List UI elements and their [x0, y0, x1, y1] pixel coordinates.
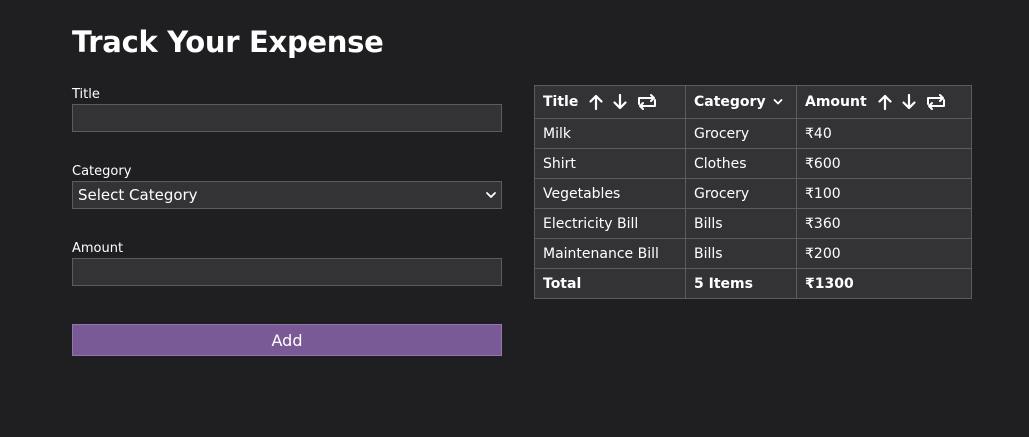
expense-tracker-page: Track Your Expense Title Category Select… [0, 0, 1029, 437]
category-label: Category [72, 164, 132, 179]
amount-field-box [72, 258, 502, 286]
total-items-cell: 5 Items [685, 268, 797, 299]
repeat-icon[interactable] [636, 94, 658, 110]
title-input[interactable] [73, 105, 501, 131]
row-title-cell: Milk [534, 118, 686, 149]
row-title-cell: Electricity Bill [534, 208, 686, 239]
table-row: Vegetables Grocery ₹100 [534, 178, 972, 209]
title-column-header: Title [534, 85, 686, 119]
row-category-cell: Bills [685, 208, 797, 239]
row-category-cell: Bills [685, 238, 797, 269]
arrow-up-icon[interactable] [588, 93, 604, 111]
title-header-label: Title [543, 94, 579, 110]
row-amount-cell: ₹600 [796, 148, 972, 179]
arrow-up-icon[interactable] [877, 93, 893, 111]
table-header-row: Title Category Amount [534, 85, 972, 119]
amount-column-header: Amount [796, 85, 972, 119]
amount-sort-controls [877, 93, 947, 111]
total-amount-cell: ₹1300 [796, 268, 972, 299]
amount-label: Amount [72, 241, 124, 256]
add-button-label: Add [271, 330, 303, 350]
table-row: Milk Grocery ₹40 [534, 118, 972, 149]
category-filter-dropdown[interactable]: Category [694, 94, 783, 110]
amount-input[interactable] [73, 259, 501, 285]
category-header-label: Category [694, 94, 766, 110]
amount-header-label: Amount [805, 94, 867, 110]
total-label-cell: Total [534, 268, 686, 299]
row-amount-cell: ₹200 [796, 238, 972, 269]
chevron-down-icon [773, 99, 782, 105]
table-row: Shirt Clothes ₹600 [534, 148, 972, 179]
row-amount-cell: ₹40 [796, 118, 972, 149]
title-label: Title [72, 87, 100, 102]
row-amount-cell: ₹360 [796, 208, 972, 239]
chevron-down-icon [485, 186, 497, 205]
row-title-cell: Maintenance Bill [534, 238, 686, 269]
row-title-cell: Vegetables [534, 178, 686, 209]
table-row: Electricity Bill Bills ₹360 [534, 208, 972, 239]
total-row: Total 5 Items ₹1300 [534, 268, 972, 299]
repeat-icon[interactable] [925, 94, 947, 110]
page-title: Track Your Expense [72, 25, 384, 59]
add-button[interactable]: Add [72, 324, 502, 356]
category-select[interactable]: Select Category [72, 181, 502, 209]
category-column-header: Category [685, 85, 797, 119]
title-field-box [72, 104, 502, 132]
title-sort-controls [588, 93, 658, 111]
row-category-cell: Grocery [685, 118, 797, 149]
category-select-value: Select Category [78, 186, 198, 204]
table-row: Maintenance Bill Bills ₹200 [534, 238, 972, 269]
row-amount-cell: ₹100 [796, 178, 972, 209]
row-category-cell: Clothes [685, 148, 797, 179]
arrow-down-icon[interactable] [612, 93, 628, 111]
row-category-cell: Grocery [685, 178, 797, 209]
expense-table: Title Category Amount Milk Grocery ₹40 S… [534, 85, 972, 299]
arrow-down-icon[interactable] [901, 93, 917, 111]
row-title-cell: Shirt [534, 148, 686, 179]
